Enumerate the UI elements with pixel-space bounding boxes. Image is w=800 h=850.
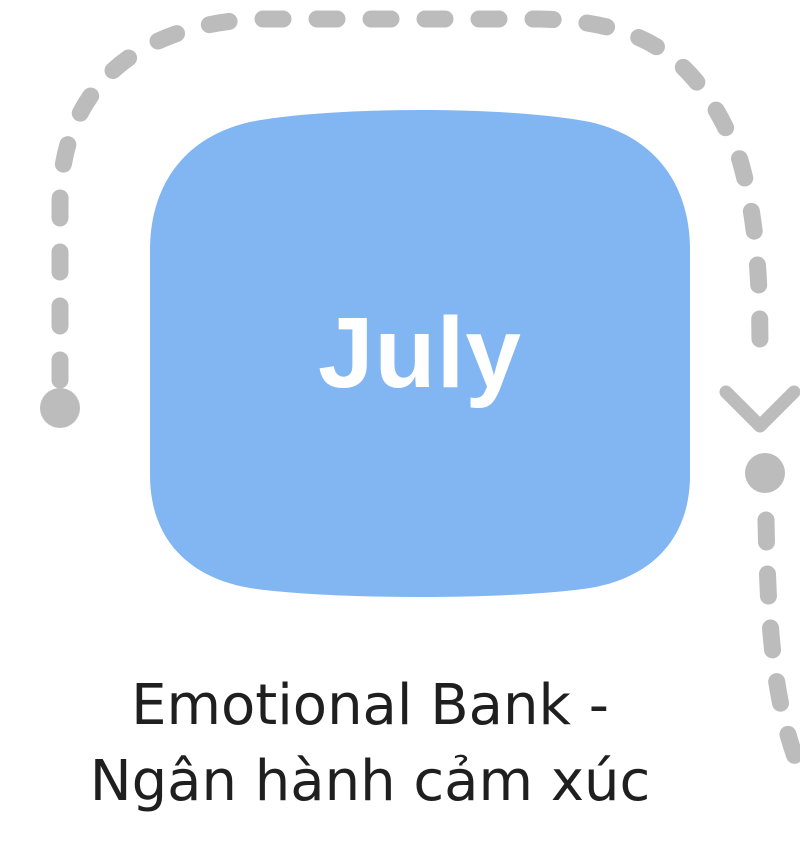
caption-line-2: Ngân hành cảm xúc [89,749,651,814]
dashed-continuation [757,511,800,779]
next-dot [745,453,785,493]
month-label: July [317,297,523,409]
start-dot [40,388,80,428]
caption: Emotional Bank - Ngân hành cảm xúc [0,668,740,820]
month-card: July [150,100,690,605]
caption-line-1: Emotional Bank - [131,673,609,738]
chevron-down-icon [719,385,800,433]
timeline-card: July Emotional Bank - Ngân hành cảm xúc [0,0,800,850]
